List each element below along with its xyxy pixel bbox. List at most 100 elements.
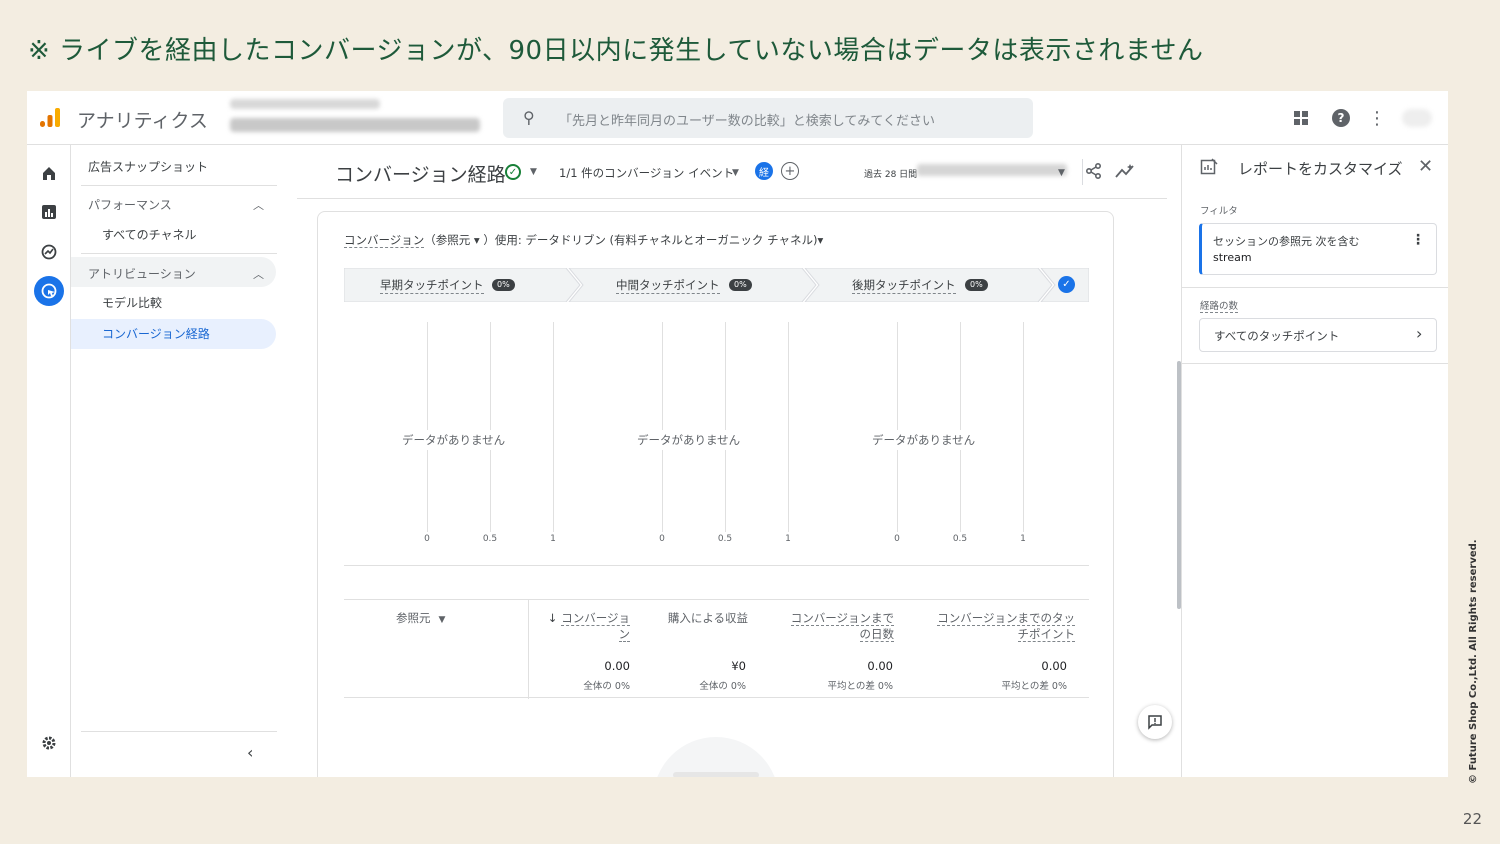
filter-label: フィルタ <box>1200 206 1238 217</box>
divider <box>344 565 1089 566</box>
no-data-label: データがありません <box>872 430 976 450</box>
axis-tick: 0.5 <box>717 534 733 544</box>
more-vert-icon[interactable]: ⋮ <box>1411 232 1425 248</box>
dropdown-caret-icon[interactable]: ▼ <box>530 167 537 177</box>
gridline <box>897 322 898 532</box>
total-days-sub: 平均との差 0% <box>827 681 894 692</box>
slide-title: ※ ライブを経由したコンバージョンが、90日以内に発生していない場合はデータは表… <box>28 36 1204 66</box>
stage-label-middle[interactable]: 中間タッチポイント <box>616 277 720 294</box>
empty-state-illustration <box>653 737 779 777</box>
panel-title: レポートをカスタマイズ <box>1238 160 1403 178</box>
axis-tick: 0 <box>659 534 665 544</box>
explore-icon[interactable] <box>39 242 59 262</box>
add-comparison-button[interactable]: + <box>781 162 799 180</box>
collapse-nav-icon[interactable]: ‹ <box>247 743 253 762</box>
gridline <box>490 322 491 532</box>
chevron-up-icon[interactable]: ︿ <box>253 266 264 282</box>
property-name-redacted[interactable] <box>230 118 480 132</box>
icon-rail <box>27 145 71 777</box>
advertising-icon[interactable] <box>34 276 64 306</box>
home-icon[interactable] <box>39 163 59 183</box>
page-number: 22 <box>1462 810 1482 828</box>
reports-icon[interactable] <box>39 202 59 222</box>
search-placeholder: 「先月と昨年同月のユーザー数の比較」と検索してみてください <box>559 114 935 129</box>
conversion-check-icon: ✓ <box>1058 276 1075 293</box>
share-icon[interactable] <box>1085 162 1103 180</box>
nav-item-conversion-paths[interactable]: コンバージョン経路 <box>102 325 210 342</box>
stage-pct-badge: 0% <box>965 279 988 291</box>
stage-charts: データがありません 0 0.5 1 データがありません 0 0.5 1 データが… <box>344 322 1089 544</box>
col-header-label: コンバージョン <box>561 611 630 642</box>
more-vert-icon[interactable]: ⋮ <box>1366 107 1388 129</box>
event-selector[interactable]: 1/1 件のコンバージョン イベント <box>559 165 734 181</box>
dimension-header[interactable]: 参照元 ▼ <box>396 610 445 628</box>
col-header-conversions[interactable]: ↓ コンバージョン <box>540 610 630 642</box>
customize-icon <box>1200 158 1218 175</box>
total-touchpoints: 0.00 <box>1041 659 1067 673</box>
stage-label-early[interactable]: 早期タッチポイント <box>380 277 484 294</box>
help-icon[interactable]: ? <box>1332 109 1350 127</box>
header-divider <box>1082 159 1083 185</box>
nav-group-attribution[interactable]: アトリビューション <box>88 265 196 282</box>
search-bar[interactable]: ⚲ 「先月と昨年同月のユーザー数の比較」と検索してみてください <box>503 98 1033 138</box>
panel-divider <box>1182 363 1448 364</box>
date-range-redacted[interactable] <box>917 164 1067 176</box>
date-range-label[interactable]: 過去 28 日間 <box>864 167 917 180</box>
avatar[interactable] <box>1402 109 1432 127</box>
gridline <box>427 322 428 532</box>
comparison-chip[interactable]: 経 <box>755 162 773 180</box>
total-revenue-sub: 全体の 0% <box>699 681 746 692</box>
nav-divider <box>81 185 277 186</box>
gridline <box>788 322 789 532</box>
col-header-days[interactable]: コンバージョンまでの日数 <box>780 610 894 642</box>
dimension-header-label: 参照元 <box>396 611 431 625</box>
insights-icon[interactable] <box>1115 162 1135 180</box>
nav-group-performance[interactable]: パフォーマンス <box>88 196 172 213</box>
card-subtitle[interactable]: コンバージョン（参照元 ▾ ）使用: データドリブン (有料チャネルとオーガニッ… <box>344 232 823 248</box>
axis-tick: 1 <box>785 534 791 544</box>
axis-tick: 0.5 <box>952 534 968 544</box>
touchpoint-stages: 早期タッチポイント 0% 中間タッチポイント 0% 後期タッチポイント 0% ✓ <box>344 268 1089 302</box>
paths-value: すべてのタッチポイント <box>1214 329 1340 343</box>
axis-tick: 0 <box>894 534 900 544</box>
paths-label: 経路の数 <box>1200 298 1239 313</box>
analytics-screenshot: アナリティクス ⚲ 「先月と昨年同月のユーザー数の比較」と検索してみてください … <box>27 91 1448 777</box>
axis-tick: 0 <box>424 534 430 544</box>
col-header-label: コンバージョンまでの日数 <box>790 611 894 642</box>
paths-selector[interactable]: すべてのタッチポイント › <box>1199 318 1437 352</box>
filter-value: stream <box>1213 251 1252 264</box>
dropdown-caret-icon[interactable]: ▼ <box>1058 168 1065 178</box>
settings-icon[interactable] <box>39 733 59 753</box>
total-revenue: ¥0 <box>731 659 746 673</box>
filter-condition: セッションの参照元 次を含む <box>1213 235 1360 248</box>
total-touchpoints-sub: 平均との差 0% <box>1001 681 1068 692</box>
nav-item-model-comparison[interactable]: モデル比較 <box>102 294 162 311</box>
chevron-right-icon: › <box>1416 324 1423 343</box>
stage-label-late[interactable]: 後期タッチポイント <box>852 277 956 294</box>
col-header-revenue[interactable]: 購入による収益 <box>666 610 748 626</box>
verified-check-icon[interactable]: ✓ <box>505 164 521 180</box>
copyright-notice: © Future Shop Co.,Ltd. All Rights reserv… <box>1468 539 1479 784</box>
col-header-touchpoints[interactable]: コンバージョンまでのタッチポイント <box>930 610 1075 642</box>
nav-item-all-channels[interactable]: すべてのチャネル <box>102 226 197 243</box>
table-top-border <box>344 599 1089 600</box>
customize-report-panel: レポートをカスタマイズ ✕ フィルタ セッションの参照元 次を含む stream… <box>1181 145 1448 777</box>
account-name-redacted[interactable] <box>230 99 380 109</box>
feedback-button[interactable] <box>1138 705 1172 739</box>
close-icon[interactable]: ✕ <box>1418 156 1433 177</box>
no-data-label: データがありません <box>637 430 741 450</box>
gridline <box>662 322 663 532</box>
total-conversions: 0.00 <box>604 659 630 673</box>
feedback-icon <box>1148 715 1162 730</box>
chevron-up-icon[interactable]: ︿ <box>253 197 264 213</box>
dropdown-caret-icon[interactable]: ▼ <box>732 168 739 178</box>
gridline <box>960 322 961 532</box>
page-title: コンバージョン経路 <box>335 164 506 186</box>
dropdown-caret-icon[interactable]: ▼ <box>439 615 446 625</box>
filter-card[interactable]: セッションの参照元 次を含む stream ⋮ <box>1199 223 1437 275</box>
apps-icon[interactable] <box>1290 107 1312 129</box>
sort-desc-icon[interactable]: ↓ <box>548 611 558 625</box>
conversion-paths-card: コンバージョン（参照元 ▾ ）使用: データドリブン (有料チャネルとオーガニッ… <box>317 211 1114 777</box>
top-bar: アナリティクス ⚲ 「先月と昨年同月のユーザー数の比較」と検索してみてください … <box>27 91 1448 145</box>
dimension-selector[interactable]: コンバージョン <box>344 233 425 248</box>
